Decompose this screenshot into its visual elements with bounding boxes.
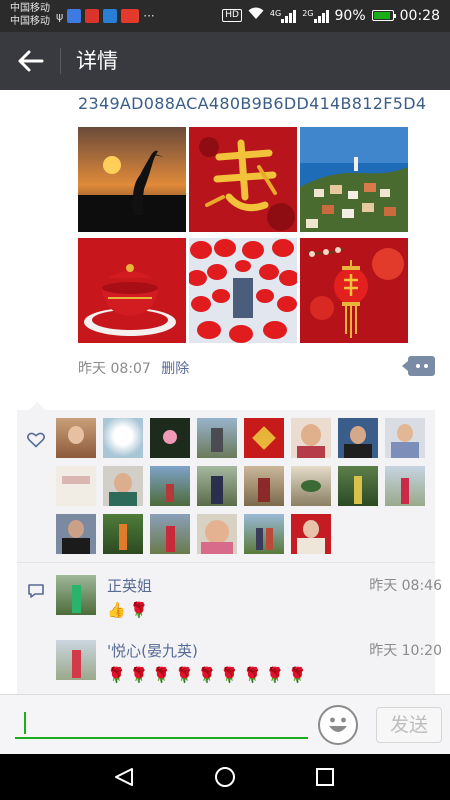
- liker-avatar[interactable]: [244, 418, 284, 458]
- liker-avatar[interactable]: [244, 466, 284, 506]
- moment-detail: 2349AD088ACA480B9B6DD414B812F5D4 昨天 08:0…: [0, 90, 450, 694]
- liker-avatar[interactable]: [197, 514, 237, 554]
- photo-grid: [78, 127, 408, 343]
- smiley-face-icon: [329, 717, 347, 732]
- emoji-button[interactable]: [318, 705, 358, 745]
- clock: 00:28: [399, 7, 440, 24]
- commenter-name[interactable]: 正英姐: [107, 575, 152, 596]
- system-nav-bar: [0, 754, 450, 800]
- photo-5[interactable]: [189, 238, 297, 343]
- photo-4[interactable]: [78, 238, 186, 343]
- system-status: HD 4G 2G 90% 00:28: [222, 7, 440, 24]
- post-meta: 昨天 08:07 删除: [78, 358, 189, 378]
- send-button[interactable]: 发送: [376, 707, 442, 743]
- commenter-avatar[interactable]: [56, 640, 96, 680]
- photo-3[interactable]: [300, 127, 408, 232]
- post-text: 2349AD088ACA480B9B6DD414B812F5D4: [78, 94, 427, 113]
- title-divider: [60, 48, 61, 74]
- likes-avatar-grid: [56, 418, 432, 554]
- app-notification-icon: [85, 9, 100, 23]
- likes-comments-panel: 正英姐 昨天 08:46 👍🌹 '悦心(晏九英) 昨天 10:20 🌹🌹🌹🌹🌹🌹…: [17, 402, 442, 694]
- page-title: 详情: [76, 49, 118, 73]
- app-notification-icon: [67, 9, 82, 23]
- liker-avatar[interactable]: [103, 466, 143, 506]
- photo-2[interactable]: [189, 127, 297, 232]
- liker-avatar[interactable]: [338, 466, 378, 506]
- comment-icon: [28, 584, 44, 598]
- liker-avatar[interactable]: [385, 418, 425, 458]
- liker-avatar[interactable]: [338, 418, 378, 458]
- status-bar: 中国移动 中国移动 ψ ··· HD 4G 2G 90% 00:28: [0, 0, 450, 32]
- nav-back-icon[interactable]: [113, 767, 135, 787]
- back-button[interactable]: [14, 46, 48, 76]
- liker-avatar[interactable]: [197, 466, 237, 506]
- comment-text: 🌹🌹🌹🌹🌹🌹🌹🌹🌹: [107, 666, 312, 684]
- signal-1-icon: 4G: [270, 9, 297, 23]
- comment-time: 昨天 08:46: [369, 578, 442, 594]
- liker-avatar[interactable]: [103, 514, 143, 554]
- news-app-icon: [121, 9, 140, 23]
- liker-avatar[interactable]: [150, 466, 190, 506]
- post-time: 昨天 08:07: [78, 361, 151, 377]
- liker-avatar[interactable]: [291, 514, 331, 554]
- commenter-name[interactable]: '悦心(晏九英): [107, 640, 198, 661]
- liker-avatar[interactable]: [56, 418, 96, 458]
- comment-input-bar: 发送: [0, 694, 450, 754]
- liker-avatar[interactable]: [244, 514, 284, 554]
- photo-1[interactable]: [78, 127, 186, 232]
- carrier-1: 中国移动: [10, 3, 50, 14]
- arrow-left-icon: [18, 50, 44, 72]
- nav-recents-icon[interactable]: [315, 767, 335, 787]
- comment-time: 昨天 10:20: [369, 643, 442, 659]
- comment-item: 正英姐 昨天 08:46 👍🌹: [56, 575, 442, 625]
- comment-text: 👍🌹: [107, 601, 153, 619]
- comment-item: '悦心(晏九英) 昨天 10:20 🌹🌹🌹🌹🌹🌹🌹🌹🌹: [56, 640, 442, 690]
- app-notification-icon: [103, 9, 118, 23]
- title-bar: 详情: [0, 32, 450, 90]
- nav-home-icon[interactable]: [214, 766, 236, 788]
- battery-percent: 90%: [334, 7, 366, 24]
- liker-avatar[interactable]: [150, 418, 190, 458]
- battery-icon: [371, 10, 396, 21]
- commenter-avatar[interactable]: [56, 575, 96, 615]
- liker-avatar[interactable]: [291, 466, 331, 506]
- liker-avatar[interactable]: [385, 466, 425, 506]
- text-cursor: [24, 712, 26, 734]
- photo-6[interactable]: [300, 238, 408, 343]
- notification-icons: ψ ···: [56, 9, 155, 23]
- liker-avatar[interactable]: [56, 466, 96, 506]
- comment-input[interactable]: [15, 737, 308, 739]
- wifi-icon: [248, 7, 264, 24]
- comment-action-button[interactable]: [402, 356, 435, 376]
- heart-outline-icon: [27, 432, 45, 448]
- panel-divider: [17, 562, 435, 563]
- hd-voice-icon: HD: [222, 9, 242, 22]
- liker-avatar[interactable]: [56, 514, 96, 554]
- liker-avatar[interactable]: [197, 418, 237, 458]
- liker-avatar[interactable]: [103, 418, 143, 458]
- more-notifications-icon: ···: [143, 9, 155, 23]
- carrier-labels: 中国移动 中国移动: [10, 2, 50, 28]
- liker-avatar[interactable]: [150, 514, 190, 554]
- carrier-2: 中国移动: [10, 16, 50, 27]
- usb-icon: ψ: [56, 9, 64, 23]
- liker-avatar[interactable]: [291, 418, 331, 458]
- signal-2-icon: 2G: [302, 9, 329, 23]
- delete-link[interactable]: 删除: [161, 361, 189, 377]
